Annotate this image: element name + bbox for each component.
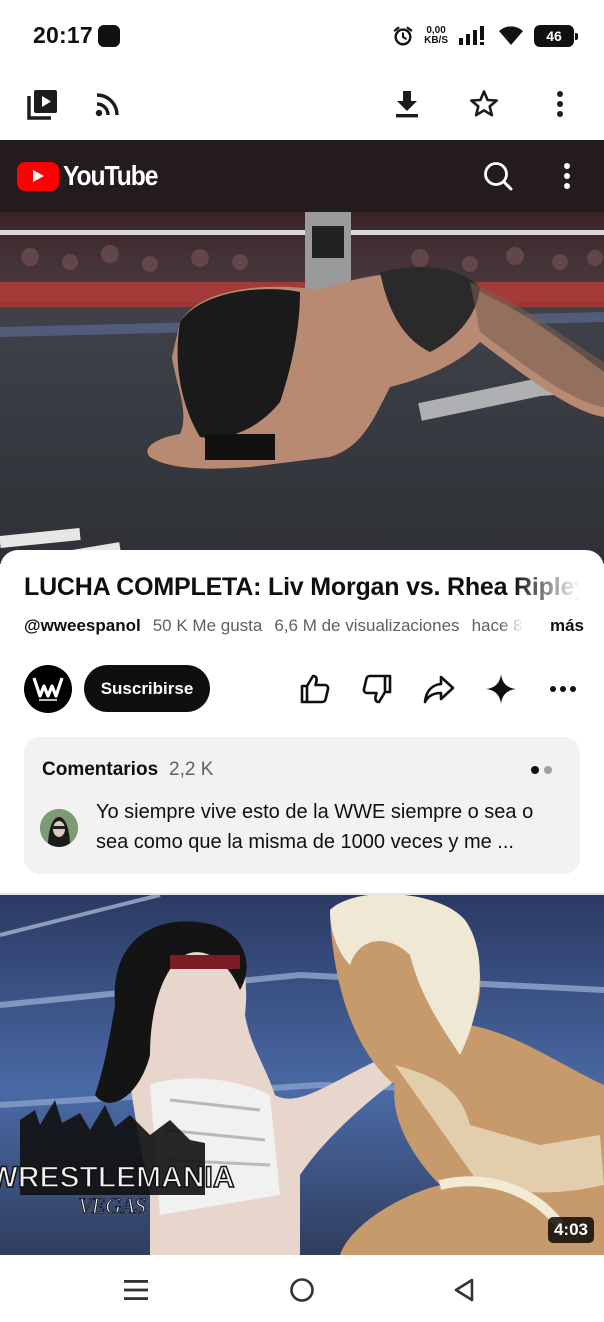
net-speed-unit: KB/S bbox=[424, 35, 448, 46]
video-meta-row[interactable]: @wweespanol 50 K Me gusta 6,6 M de visua… bbox=[24, 616, 584, 640]
likes-count: 50 K Me gusta bbox=[152, 616, 263, 635]
alarm-icon bbox=[393, 26, 413, 46]
subscribe-button[interactable]: Suscribirse bbox=[84, 665, 210, 712]
carousel-dots bbox=[531, 766, 552, 774]
wrestlemania-logo-text: WRESTLEMANIA bbox=[0, 1161, 234, 1194]
youtube-play-logo-icon bbox=[17, 161, 59, 191]
more-horiz-icon[interactable] bbox=[544, 670, 582, 708]
video-list-icon[interactable] bbox=[23, 84, 63, 124]
status-icons: 0,00 KB/S 46 bbox=[392, 22, 578, 50]
download-icon[interactable] bbox=[387, 84, 427, 124]
video-info-sheet: LUCHA COMPLETA: Liv Morgan vs. Rhea Ripl… bbox=[0, 550, 604, 894]
wrestlemania-vegas-text: VEGAS bbox=[78, 1193, 145, 1218]
battery-icon: 46 bbox=[534, 25, 578, 47]
cast-icon[interactable] bbox=[88, 84, 128, 124]
back-icon[interactable] bbox=[444, 1272, 484, 1308]
youtube-header: YouTube bbox=[0, 140, 604, 212]
comments-panel[interactable]: Comentarios 2,2 K Yo siempre vive esto d… bbox=[24, 737, 580, 874]
next-video-thumbnail[interactable]: WRESTLEMANIA VEGAS 4:03 bbox=[0, 895, 604, 1255]
video-frame-image bbox=[0, 212, 604, 564]
browser-toolbar bbox=[0, 70, 604, 140]
search-icon[interactable] bbox=[478, 156, 518, 196]
more-vert-icon[interactable] bbox=[552, 158, 582, 194]
wifi-icon bbox=[499, 26, 523, 45]
more-link[interactable]: más bbox=[550, 616, 584, 636]
system-nav-bar bbox=[0, 1255, 604, 1322]
upload-age: hace 8 bbox=[471, 616, 523, 635]
video-player[interactable] bbox=[0, 212, 604, 564]
status-bar: 20:17 0,00 KB/S 46 bbox=[0, 0, 604, 70]
youtube-logo[interactable]: YouTube bbox=[17, 160, 170, 192]
battery-level: 46 bbox=[546, 28, 562, 44]
status-time: 20:17 bbox=[33, 22, 93, 48]
dislike-icon[interactable] bbox=[358, 670, 396, 708]
notification-icon bbox=[98, 25, 120, 47]
video-duration-badge: 4:03 bbox=[547, 1217, 594, 1243]
views-count: 6,6 M de visualizaciones bbox=[274, 616, 460, 635]
like-icon[interactable] bbox=[296, 670, 334, 708]
thumbnail-image: WRESTLEMANIA VEGAS bbox=[0, 895, 604, 1255]
page: 20:17 0,00 KB/S 46 YouTube LUCHA COMPLET… bbox=[0, 0, 604, 1322]
top-comment-text: Yo siempre vive esto de la WWE siempre o… bbox=[96, 801, 534, 853]
star-icon[interactable] bbox=[464, 84, 504, 124]
action-row: Suscribirse bbox=[24, 665, 584, 713]
signal-icon bbox=[459, 26, 484, 45]
video-title[interactable]: LUCHA COMPLETA: Liv Morgan vs. Rhea Ripl… bbox=[24, 573, 580, 602]
wwe-logo-icon bbox=[32, 677, 64, 701]
more-vert-icon[interactable] bbox=[540, 84, 580, 124]
youtube-wordmark: YouTube bbox=[63, 160, 158, 191]
commenter-avatar[interactable] bbox=[40, 809, 78, 847]
channel-handle[interactable]: @wweespanol bbox=[24, 616, 141, 640]
channel-avatar[interactable] bbox=[24, 665, 72, 713]
net-speed: 0,00 KB/S bbox=[424, 26, 448, 46]
comments-title: Comentarios bbox=[42, 759, 159, 780]
menu-icon[interactable] bbox=[116, 1272, 156, 1308]
share-icon[interactable] bbox=[420, 670, 458, 708]
home-icon[interactable] bbox=[282, 1272, 322, 1308]
sparkle-icon[interactable] bbox=[482, 670, 520, 708]
comments-count: 2,2 K bbox=[169, 759, 214, 780]
